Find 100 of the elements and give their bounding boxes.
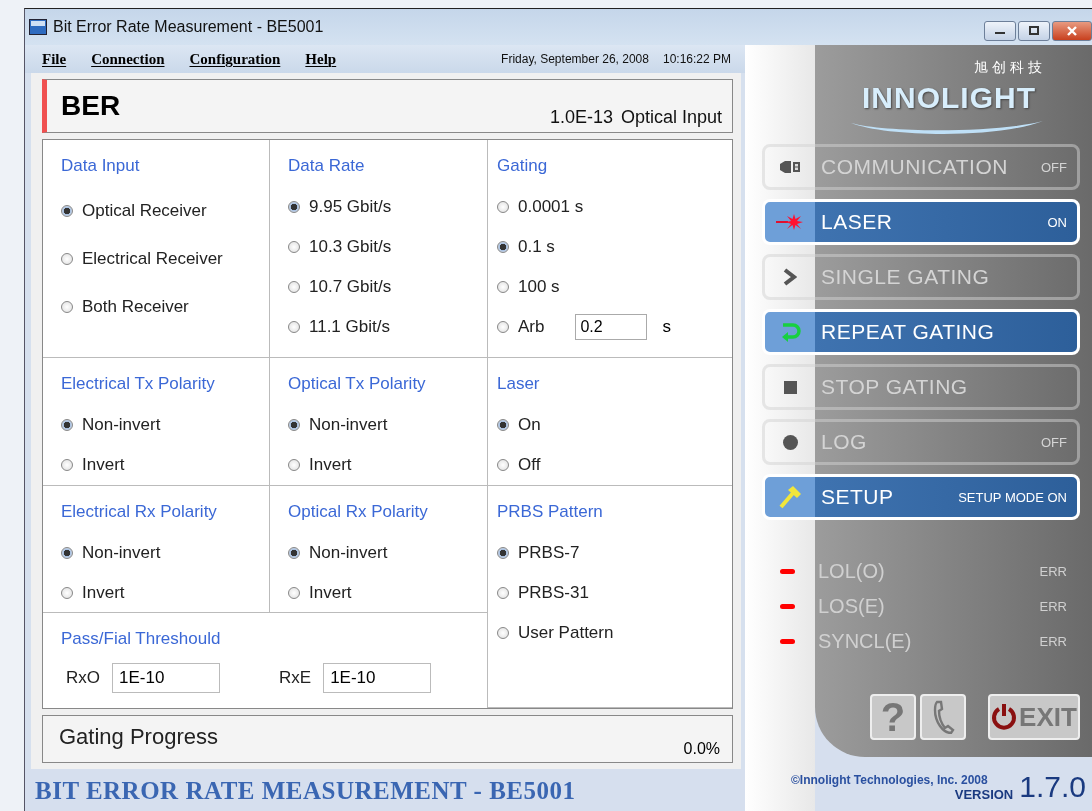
field-label: RxO [66, 668, 100, 688]
indicator-status: ERR [1039, 564, 1067, 579]
version-label: VERSION [954, 786, 1014, 804]
radio-button[interactable] [61, 458, 73, 471]
power-icon [991, 703, 1018, 731]
maximize-icon [1028, 26, 1040, 36]
radio-button[interactable] [288, 320, 300, 333]
group-title: Data Input [61, 156, 140, 176]
record-icon [782, 434, 798, 450]
option-label[interactable]: Off [518, 454, 541, 475]
threshold-field[interactable]: 1E-10 [112, 663, 220, 693]
option-label[interactable]: Both Receiver [82, 296, 189, 317]
menu-item[interactable]: File [42, 50, 67, 68]
radio-button[interactable] [497, 458, 509, 471]
app-icon [29, 19, 47, 35]
date-text: Friday, September 26, 2008 [501, 52, 649, 66]
option-label[interactable]: 0.0001 s [518, 196, 584, 217]
option-label[interactable]: PRBS-7 [518, 542, 580, 563]
menu-item[interactable]: Help [305, 50, 337, 68]
option-label[interactable]: 100 s [518, 276, 560, 297]
option-label[interactable]: Electrical Receiver [82, 248, 223, 269]
stop-icon [783, 380, 797, 394]
radio-button[interactable] [61, 418, 73, 431]
indicator-label: LOL(O) [818, 560, 885, 583]
phone-icon [931, 700, 955, 734]
indicator-label: LOS(E) [818, 595, 885, 618]
field-label: RxE [279, 668, 312, 688]
window-title: Bit Error Rate Measurement - BE5001 [53, 18, 324, 36]
option-label[interactable]: Invert [82, 454, 125, 475]
radio-button[interactable] [288, 240, 300, 253]
option-label[interactable]: 10.3 Gbit/s [309, 236, 392, 257]
radio-button[interactable] [288, 200, 300, 213]
logo-subtitle: 旭创科技 [974, 59, 1046, 77]
value-field[interactable]: 0.2 [575, 313, 648, 340]
option-label[interactable]: 10.7 Gbit/s [309, 276, 392, 297]
radio-button[interactable] [61, 586, 73, 599]
radio-button[interactable] [497, 626, 509, 639]
radio-button[interactable] [61, 204, 73, 217]
control-button[interactable]: REPEAT GATING [762, 309, 1080, 355]
option-label[interactable]: Non-invert [82, 542, 161, 563]
radio-button[interactable] [288, 586, 300, 599]
option-label[interactable]: Non-invert [309, 414, 388, 435]
phone-button[interactable] [920, 694, 966, 740]
indicator-status: ERR [1039, 634, 1067, 649]
radio-button[interactable] [497, 280, 509, 293]
option-label[interactable]: 9.95 Gbit/s [309, 196, 392, 217]
ber-title: BER [61, 90, 121, 122]
menu-item[interactable]: Configuration [189, 50, 281, 68]
plug-icon [779, 160, 801, 174]
option-label[interactable]: 0.1 s [518, 236, 555, 257]
logo-name: INNOLIGHT [862, 81, 1036, 115]
option-label[interactable]: Non-invert [309, 542, 388, 563]
option-label[interactable]: Non-invert [82, 414, 161, 435]
group-title: Data Rate [288, 156, 365, 176]
option-label[interactable]: Invert [82, 582, 125, 603]
option-label[interactable]: 11.1 Gbit/s [309, 316, 390, 337]
radio-button[interactable] [288, 458, 300, 471]
radio-button[interactable] [497, 546, 509, 559]
option-label[interactable]: Optical Receiver [82, 200, 207, 221]
radio-button[interactable] [288, 418, 300, 431]
minimize-button[interactable] [984, 21, 1016, 41]
threshold-field[interactable]: 1E-10 [323, 663, 432, 693]
group-title: Pass/Fial Threshould [61, 629, 221, 649]
control-button[interactable]: LASER ON [762, 199, 1080, 245]
option-label[interactable]: Invert [309, 582, 352, 603]
group-title: Gating [497, 156, 548, 176]
progress-label: Gating Progress [59, 724, 218, 750]
radio-button[interactable] [61, 300, 73, 313]
group-title: Electrical Tx Polarity [61, 374, 215, 394]
group-title: Laser [497, 374, 540, 394]
option-label[interactable]: User Pattern [518, 622, 614, 643]
option-label[interactable]: PRBS-31 [518, 582, 589, 603]
time-text: 10:16:22 PM [662, 52, 731, 66]
radio-button[interactable] [497, 240, 509, 253]
radio-button[interactable] [497, 418, 509, 431]
group-title: PRBS Pattern [497, 502, 603, 522]
radio-button[interactable] [61, 252, 73, 265]
chevron-icon [783, 268, 797, 286]
control-button[interactable]: SETUP SETUP MODE ON [762, 474, 1080, 520]
option-label[interactable]: On [518, 414, 541, 435]
radio-button[interactable] [497, 586, 509, 599]
menu-item[interactable]: Connection [91, 50, 165, 68]
ber-value: 1.0E-13 [549, 107, 613, 128]
copyright-text: ©Innolight Technologies, Inc. 2008 [791, 772, 989, 787]
group-title: Optical Rx Polarity [288, 502, 428, 522]
maximize-button[interactable] [1018, 21, 1050, 41]
option-label[interactable]: Invert [309, 454, 352, 475]
radio-button[interactable] [288, 280, 300, 293]
group-title: Electrical Rx Polarity [61, 502, 217, 522]
progress-reading: 0.0% [683, 740, 720, 758]
hammer-icon [778, 485, 802, 509]
close-button[interactable] [1052, 21, 1092, 41]
app-banner-title: BIT ERROR RATE MEASUREMENT - BE5001 [35, 775, 576, 806]
option-label[interactable]: Arb [518, 316, 545, 337]
radio-button[interactable] [288, 546, 300, 559]
radio-button[interactable] [61, 546, 73, 559]
radio-button[interactable] [497, 320, 509, 333]
radio-button[interactable] [497, 200, 509, 213]
unit-label: s [662, 316, 671, 337]
group-title: Optical Tx Polarity [288, 374, 426, 394]
